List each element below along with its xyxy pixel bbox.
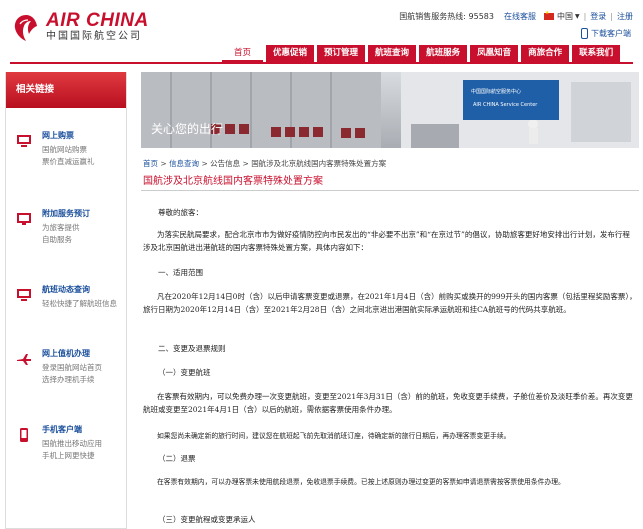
nav-booking[interactable]: 预订管理 [317,45,366,62]
breadcrumb-current: 国航涉及北京航线国内客票特殊处置方案 [251,159,387,168]
greeting: 尊敬的旅客： [158,208,203,217]
china-flag-icon [543,10,554,20]
nav-home[interactable]: 首页 [222,45,264,62]
section-scope-heading: 一、适用范围 [158,268,203,277]
sidebar-item-extra-services[interactable]: 附加服务预订 为旅客提供 自助服务 [14,208,124,248]
breadcrumb-notice[interactable]: 公告信息 [210,159,240,168]
monitor-icon [17,289,31,301]
sidebar-item-flight-status[interactable]: 航班动态查询 轻松快捷了解航班信息 [14,284,124,314]
sidebar-item-label[interactable]: 手机客户端 [42,424,82,435]
screen-icon [17,213,31,225]
login-link[interactable]: 登录 [590,11,606,22]
region-selector[interactable]: 中国 [557,11,573,22]
phone-icon [581,28,588,39]
page-title: 国航涉及北京航线国内客票特殊处置方案 [143,176,323,187]
airplane-icon [17,354,31,365]
title-divider [141,190,639,191]
mobile-phone-icon [20,428,28,442]
nav-contact[interactable]: 联系我们 [572,45,621,62]
chevron-down-icon[interactable]: ▼ [575,13,580,20]
main-nav: 首页 优惠促销 预订管理 航班查询 航班服务 凤凰知音 商旅合作 联系我们 [222,45,621,62]
change-rule-paragraph: 在客票有效期内，可以免费办理一次变更航班，变更至2021年3月31日（含）前的航… [143,392,633,414]
online-service-link[interactable]: 在线客服 [504,11,536,22]
sidebar-item-online-ticket[interactable]: 网上购票 国航网站购票 票价直减运赢礼 [14,130,124,170]
breadcrumb: 首页 > 信息查询 > 公告信息 > 国航涉及北京航线国内客票特殊处置方案 [143,159,387,168]
sidebar-item-label[interactable]: 附加服务预订 [42,208,90,219]
change-route-heading: （三）变更航程或变更承运人 [158,515,256,524]
breadcrumb-home[interactable]: 首页 [143,159,158,168]
logo-chinese: 中国国际航空公司 [46,31,142,42]
logo-english: AIR CHINA [46,10,149,31]
nav-divider [10,62,633,64]
sidebar-item-label[interactable]: 网上购票 [42,130,74,141]
computer-icon [17,135,31,147]
phoenix-logo-icon [14,15,37,41]
change-note-paragraph: 如果您尚未确定新的旅行时间，建议您在航班起飞前先取消航班订座，待确定新的旅行日期… [157,432,511,440]
nav-business[interactable]: 商旅合作 [521,45,570,62]
nav-promotions[interactable]: 优惠促销 [266,45,315,62]
nav-phoenix-miles[interactable]: 凤凰知音 [470,45,519,62]
banner-caption: 关心您的出行 [151,122,224,136]
hotline-text: 国航销售服务热线: 95583 [399,12,494,21]
sidebar-item-label[interactable]: 航班动态查询 [42,284,90,295]
refund-heading: （二）退票 [158,454,196,463]
sidebar-item-mobile-app[interactable]: 手机客户端 国航推出移动应用 手机上网更快捷 [14,424,124,464]
nav-flight-search[interactable]: 航班查询 [368,45,417,62]
download-app-link[interactable]: 下载客户端 [581,28,631,39]
download-app-label: 下载客户端 [591,29,631,38]
sidebar-title: 相关链接 [6,72,126,108]
change-flight-heading: （一）变更航班 [158,368,211,377]
breadcrumb-info[interactable]: 信息查询 [169,159,199,168]
scope-paragraph: 凡在2020年12月14日0时（含）以后申请客票变更或退票，在2021年1月4日… [143,292,637,314]
air-china-logo[interactable]: AIR CHINA 中国国际航空公司 [10,10,149,44]
related-links-sidebar: 相关链接 网上购票 国航网站购票 票价直减运赢礼 附加服务预订 为旅客提供 自助… [5,72,127,529]
refund-rule-paragraph: 在客票有效期内，可以办理客票未使用航段退票，免收退票手续费。已按上述原则办理过变… [157,478,565,486]
sidebar-item-label[interactable]: 网上值机办理 [42,348,90,359]
service-center-banner: 中国国际航空服务中心 AIR CHINA Service Center 关心您的… [141,72,639,148]
section-rules-heading: 二、变更及退票规则 [158,344,226,353]
nav-flight-services[interactable]: 航班服务 [419,45,468,62]
service-center-sign: 中国国际航空服务中心 AIR CHINA Service Center [463,80,559,120]
sidebar-item-online-checkin[interactable]: 网上值机办理 登录国航网站首页 选择办理机手续 [14,348,124,388]
intro-paragraph: 为落实民航局要求，配合北京市市为做好疫情防控向市民发出的“非必要不出京”和“在京… [143,230,630,252]
top-links: 国航销售服务热线: 95583 在线客服 中国 ▼ | 登录 | 注册 [399,10,633,22]
register-link[interactable]: 注册 [617,11,633,22]
